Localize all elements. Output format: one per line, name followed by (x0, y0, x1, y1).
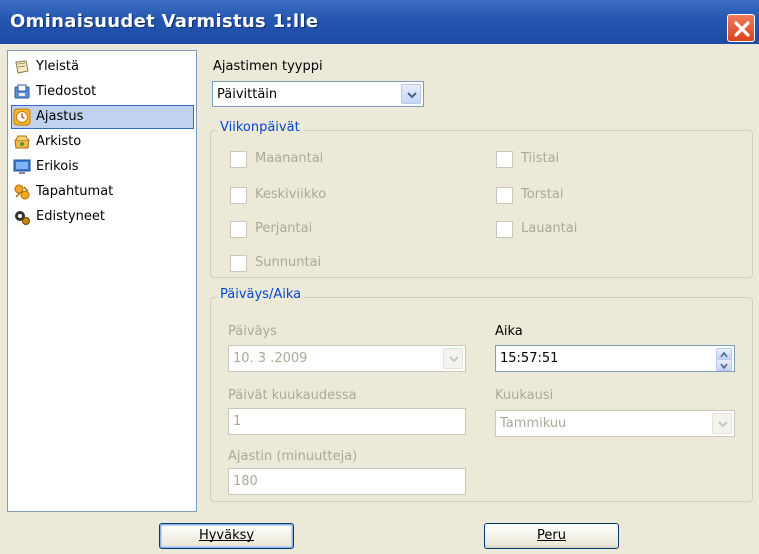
chevron-down-icon[interactable] (712, 413, 732, 434)
sidebar-item-label: Tiedostot (36, 84, 97, 99)
sidebar-item-arkisto[interactable]: Arkisto (11, 130, 194, 154)
close-icon[interactable] (727, 14, 755, 42)
timer-type-value: Päivittäin (217, 87, 278, 102)
advanced-icon (13, 208, 31, 226)
timer-type-select[interactable]: Päivittäin (212, 81, 424, 107)
archive-icon (13, 133, 31, 151)
category-list: Yleistä Tiedostot Ajastus Arkisto Erikoi… (7, 50, 197, 512)
chevron-down-icon[interactable] (443, 348, 463, 369)
month-select[interactable]: Tammikuu (495, 410, 735, 437)
title-bar[interactable]: Ominaisuudet Varmistus 1:lle (0, 0, 759, 44)
checkbox-torstai[interactable]: Torstai (496, 186, 596, 206)
sidebar-item-label: Tapahtumat (36, 184, 114, 199)
files-icon (13, 83, 31, 101)
date-picker[interactable]: 10. 3 .2009 (228, 345, 466, 372)
time-label: Aika (495, 324, 523, 339)
sidebar-item-erikois[interactable]: Erikois (11, 155, 194, 179)
timer-minutes-field[interactable]: 180 (228, 468, 466, 495)
sidebar-item-tiedostot[interactable]: Tiedostot (11, 80, 194, 104)
days-in-month-label: Päivät kuukaudessa (228, 388, 357, 403)
sidebar-item-label: Erikois (36, 159, 79, 174)
chevron-down-icon[interactable] (401, 84, 421, 104)
ok-button[interactable]: Hyväksy (159, 523, 294, 549)
time-field[interactable]: 15:57:51 (495, 345, 735, 372)
events-icon (13, 183, 31, 201)
spin-down-icon[interactable] (716, 359, 732, 371)
sidebar-item-label: Ajastus (36, 109, 84, 124)
month-label: Kuukausi (495, 388, 554, 403)
sidebar-item-label: Edistyneet (36, 209, 105, 224)
monitor-icon (13, 158, 31, 176)
checkbox-tiistai[interactable]: Tiistai (496, 150, 596, 170)
days-in-month-field[interactable]: 1 (228, 408, 466, 435)
checkbox-sunnuntai[interactable]: Sunnuntai (230, 254, 370, 274)
datetime-legend: Päiväys/Aika (217, 287, 305, 302)
schedule-panel: Ajastimen tyyppi Päivittäin Viikonpäivät… (200, 50, 759, 512)
sidebar-item-label: Yleistä (36, 59, 79, 74)
checkbox-lauantai[interactable]: Lauantai (496, 220, 596, 240)
time-spinner[interactable] (716, 348, 732, 371)
date-label: Päiväys (228, 324, 277, 339)
window-title: Ominaisuudet Varmistus 1:lle (10, 11, 319, 32)
checkbox-perjantai[interactable]: Perjantai (230, 220, 370, 240)
timer-minutes-label: Ajastin (minuutteja) (228, 449, 358, 464)
days-in-month-value: 1 (233, 414, 242, 429)
sidebar-item-label: Arkisto (36, 134, 82, 149)
sidebar-item-yleista[interactable]: Yleistä (11, 55, 194, 79)
weekdays-legend: Viikonpäivät (217, 120, 303, 135)
clock-icon (13, 108, 31, 126)
sidebar-item-ajastus[interactable]: Ajastus (11, 105, 194, 129)
properties-dialog: Ominaisuudet Varmistus 1:lle Yleistä Tie… (0, 0, 759, 554)
cancel-button[interactable]: Peru (484, 523, 619, 549)
checkbox-maanantai[interactable]: Maanantai (230, 150, 370, 170)
timer-type-label: Ajastimen tyyppi (213, 59, 323, 74)
timer-minutes-value: 180 (233, 474, 258, 489)
sidebar-item-tapahtumat[interactable]: Tapahtumat (11, 180, 194, 204)
date-value: 10. 3 .2009 (233, 351, 308, 366)
month-value: Tammikuu (500, 416, 567, 431)
sidebar-item-edistyneet[interactable]: Edistyneet (11, 205, 194, 229)
time-value: 15:57:51 (500, 351, 559, 366)
scroll-icon (13, 58, 31, 76)
checkbox-keskiviikko[interactable]: Keskiviikko (230, 186, 370, 206)
